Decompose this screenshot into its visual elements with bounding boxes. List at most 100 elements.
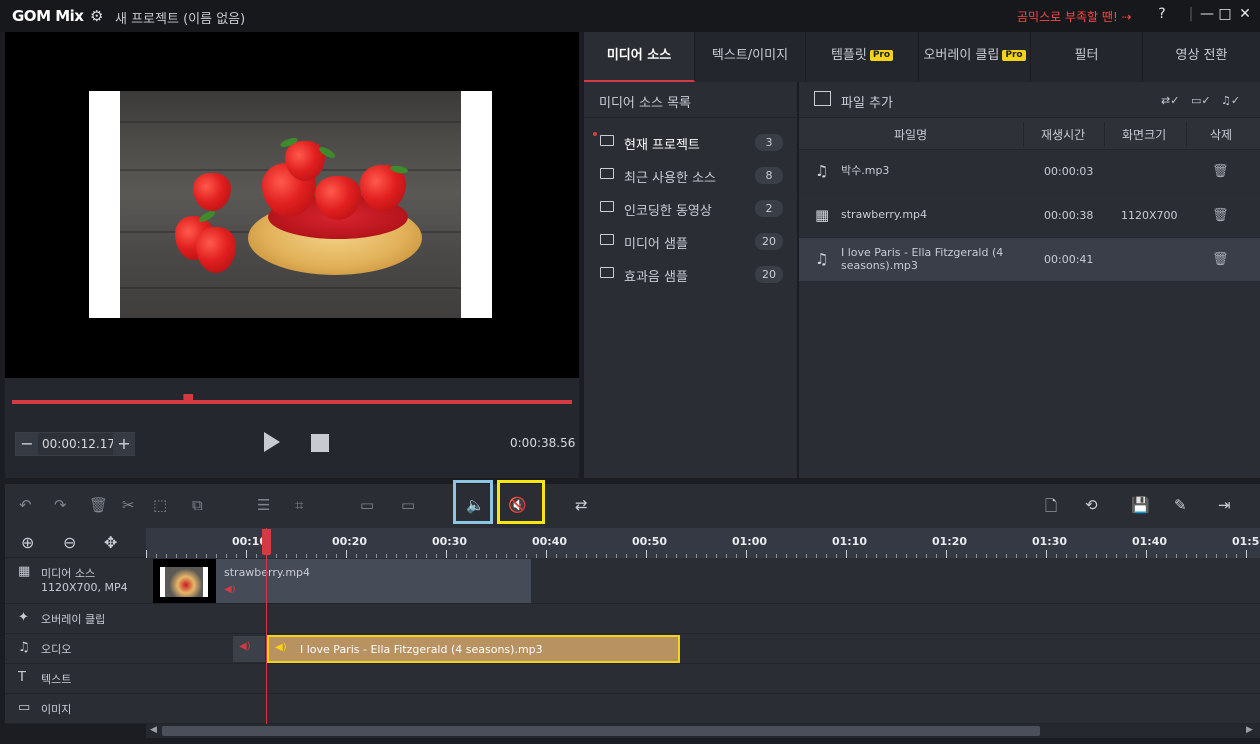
tab-media-source[interactable]: 미디어 소스	[584, 32, 695, 82]
ruler-tick	[946, 550, 947, 558]
source-item-encoded[interactable]: 인코딩한 동영상 2	[584, 192, 798, 225]
zoom-in-icon[interactable]: ⊕	[21, 533, 34, 552]
minimize-button[interactable]: —	[1197, 6, 1217, 22]
ruler-tick	[546, 550, 547, 558]
file-panel: 파일 추가 ⇄✓ ▭✓ ♫✓ 파일명 재생시간 화면크기 삭제 ♫ 박수.mp3…	[799, 82, 1260, 478]
split-icon[interactable]: ⧉	[192, 496, 203, 514]
video-thumbnail	[153, 559, 216, 603]
image-replace-icon[interactable]: ▭	[401, 496, 415, 514]
screen-swap-icon[interactable]: ⇄	[575, 496, 588, 514]
tab-template[interactable]: 템플릿 Pro	[806, 32, 919, 82]
image-icon: ▭	[18, 700, 31, 715]
ruler-label: 01:50	[1232, 535, 1260, 548]
trash-icon[interactable]: 🗑	[1212, 164, 1229, 179]
save-icon[interactable]: 💾	[1131, 496, 1150, 514]
audio-clip-fragment[interactable]: ◀)	[233, 636, 265, 662]
file-row[interactable]: ♫ 박수.mp3 00:00:03 🗑	[799, 150, 1260, 194]
tab-text-image[interactable]: 텍스트/이미지	[695, 32, 806, 82]
adjust-icon[interactable]: ☰	[257, 496, 270, 514]
scroll-left-icon[interactable]: ◀	[150, 725, 157, 735]
track-audio: ♫ 오디오	[5, 634, 146, 664]
ruler-tick	[346, 550, 347, 558]
image-insert-icon[interactable]: ▭	[360, 496, 374, 514]
undo-icon[interactable]: ↶	[19, 496, 32, 514]
timeline-scrollbar[interactable]: ◀ ▶	[146, 724, 1260, 738]
file-row[interactable]: ▦ strawberry.mp4 00:00:38 1120X700 🗑	[799, 194, 1260, 238]
active-dot	[593, 132, 597, 136]
help-button[interactable]: ?	[1152, 6, 1172, 22]
volume-icon[interactable]: 🔈	[466, 496, 485, 514]
title-bar: GOM Mix ⚙ 새 프로젝트 (이름 없음) 곰믹스로 부족할 땐! ⇢ ?…	[0, 0, 1260, 32]
delete-icon[interactable]: 🗑	[89, 496, 108, 514]
music-note-icon: ♫	[815, 162, 829, 180]
trash-icon[interactable]: 🗑	[1212, 208, 1229, 223]
count-badge: 3	[755, 134, 783, 151]
lane-media: strawberry.mp4 ◀)	[146, 558, 1260, 604]
speaker-icon: ◀)	[239, 641, 251, 652]
redo-icon[interactable]: ↷	[54, 496, 67, 514]
tab-filter[interactable]: 필터	[1031, 32, 1143, 82]
timeline-lanes: strawberry.mp4 ◀) ◀) ◀) I love Paris - E…	[146, 558, 1260, 724]
track-image: ▭ 이미지	[5, 694, 146, 724]
playback-progress-bar[interactable]	[12, 400, 572, 404]
video-filter-icon[interactable]: ▭✓	[1191, 94, 1211, 107]
tab-transition[interactable]: 영상 전환	[1143, 32, 1260, 82]
new-project-icon[interactable]: 🗋	[1045, 496, 1057, 521]
time-minus-button[interactable]: −	[16, 433, 38, 455]
source-item-media-samples[interactable]: 미디어 샘플 20	[584, 225, 798, 258]
playback-controls: − 00:00:12.17 + 0:00:38.56	[5, 378, 579, 478]
close-button[interactable]: ✕	[1235, 6, 1255, 22]
source-item-current-project[interactable]: 현재 프로젝트 3	[584, 126, 798, 159]
scroll-right-icon[interactable]: ▶	[1246, 725, 1253, 735]
pro-badge: Pro	[869, 50, 894, 61]
ruler-label: 00:30	[432, 535, 468, 548]
track-text: T 텍스트	[5, 664, 146, 694]
ruler-tick	[846, 550, 847, 558]
open-project-icon[interactable]: ⟲	[1085, 496, 1098, 514]
save-as-icon[interactable]: ✎	[1174, 496, 1187, 514]
ruler-tick	[1046, 550, 1047, 558]
ruler-label: 00:40	[532, 535, 568, 548]
time-stepper[interactable]: − 00:00:12.17 +	[15, 432, 135, 456]
time-plus-button[interactable]: +	[113, 433, 135, 455]
current-time[interactable]: 00:00:12.17	[42, 437, 115, 451]
ruler-tick	[746, 550, 747, 558]
stop-icon[interactable]	[311, 434, 329, 452]
lane-image	[146, 694, 1260, 724]
source-item-recent[interactable]: 최근 사용한 소스 8	[584, 159, 798, 192]
settings-gear-icon[interactable]: ⚙	[90, 7, 103, 25]
file-row-selected[interactable]: ♫ I love Paris - Ella Fitzgerald (4 seas…	[799, 238, 1260, 282]
select-range-icon[interactable]: ⬚	[153, 496, 167, 514]
add-file-icon[interactable]	[814, 91, 831, 106]
export-icon[interactable]: ⇥	[1218, 496, 1231, 514]
video-clip[interactable]: strawberry.mp4 ◀)	[153, 559, 531, 603]
add-file-button[interactable]: 파일 추가	[841, 92, 893, 111]
sort-icon[interactable]: ⇄✓	[1161, 94, 1179, 107]
ruler-tick	[246, 550, 247, 558]
tab-overlay-clip[interactable]: 오버레이 클립 Pro	[919, 32, 1031, 82]
play-icon[interactable]	[264, 432, 280, 452]
count-badge: 20	[755, 266, 783, 283]
audio-clip-selected[interactable]: ◀) I love Paris - Ella Fitzgerald (4 sea…	[267, 635, 680, 663]
cut-icon[interactable]: ✂	[122, 496, 135, 514]
video-preview	[5, 32, 579, 378]
strawberry	[193, 173, 231, 211]
maximize-button[interactable]: □	[1215, 6, 1235, 22]
zoom-out-icon[interactable]: ⊖	[63, 533, 76, 552]
count-badge: 20	[755, 233, 783, 250]
timeline-ruler[interactable]: 00:10 00:20 00:30 00:40 00:50 01:00 01:10 01:20…	[146, 528, 1260, 558]
playhead[interactable]	[266, 528, 267, 724]
crop-icon[interactable]: ⌗	[295, 496, 303, 514]
scrollbar-thumb[interactable]	[162, 726, 1040, 736]
trash-icon[interactable]: 🗑	[1212, 252, 1229, 267]
promo-link[interactable]: 곰믹스로 부족할 땐! ⇢	[1017, 8, 1132, 25]
overlay-icon: ✦	[18, 610, 29, 625]
film-icon: ▦	[815, 206, 830, 224]
fit-icon[interactable]: ✥	[104, 533, 117, 552]
audio-filter-icon[interactable]: ♫✓	[1221, 94, 1240, 107]
count-badge: 8	[755, 167, 783, 184]
audio-split-icon[interactable]: 🔇	[508, 496, 527, 514]
source-item-sfx-samples[interactable]: 효과음 샘플 20	[584, 258, 798, 291]
file-panel-header: 파일 추가 ⇄✓ ▭✓ ♫✓	[799, 82, 1260, 118]
file-table-header: 파일명 재생시간 화면크기 삭제	[799, 118, 1260, 150]
